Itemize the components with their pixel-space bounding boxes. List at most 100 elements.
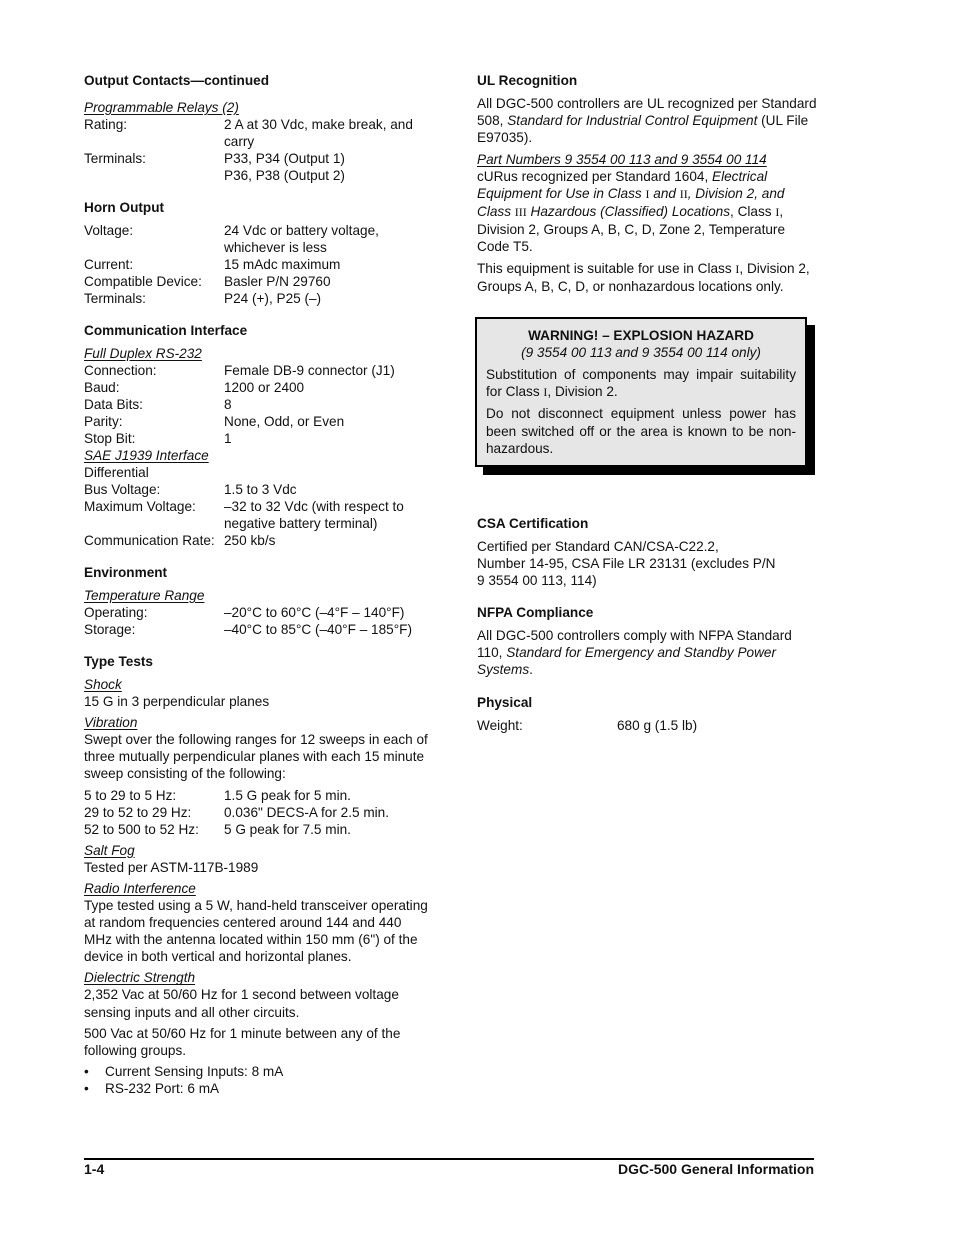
standard-title: Standard for Emergency and Standby Power… — [477, 645, 776, 678]
page-number: 1-4 — [84, 1161, 105, 1177]
radio-interference-text: Type tested using a 5 W, hand-held trans… — [84, 897, 428, 965]
salt-fog-text: Tested per ASTM-117B-1989 — [84, 859, 259, 875]
spec-label: Storage: — [84, 622, 136, 637]
ul-paragraph-2: cURus recognized per Standard 1604, Elec… — [477, 168, 817, 256]
section-heading: Environment — [84, 565, 168, 580]
text: This equipment is suitable for use in Cl… — [477, 260, 736, 276]
spec-value: 1.5 G peak for 5 min. — [224, 787, 351, 803]
csa-section: CSA Certification Certified per Standard… — [477, 515, 817, 589]
spec-value: 5 G peak for 7.5 min. — [224, 821, 351, 837]
standard-title: Hazardous (Classified) Locations — [526, 204, 731, 220]
spec-row: Terminals: P33, P34 (Output 1) — [84, 150, 429, 167]
spec-value: P33, P34 (Output 1) — [224, 151, 345, 166]
environment-section: Environment Temperature Range Operating:… — [84, 564, 429, 638]
section-heading: Output Contacts—continued — [84, 73, 270, 88]
spec-label: Maximum Voltage: — [84, 499, 196, 514]
dielectric-text-2: 500 Vac at 50/60 Hz for 1 minute between… — [84, 1025, 401, 1059]
spec-label: Parity: — [84, 414, 123, 429]
csa-line: 9 3554 00 113, 114) — [477, 573, 597, 589]
list-item: • Current Sensing Inputs: 8 mA — [84, 1063, 429, 1080]
spec-row: Current: 15 mAdc maximum — [84, 256, 429, 273]
vibration-text: Swept over the following ranges for 12 s… — [84, 732, 428, 782]
nfpa-section: NFPA Compliance All DGC-500 controllers … — [477, 604, 817, 679]
subheading: Radio Interference — [84, 880, 196, 896]
footer-title: DGC-500 General Information — [617, 1161, 814, 1177]
dielectric-text-1: 2,352 Vac at 50/60 Hz for 1 second betwe… — [84, 987, 399, 1020]
spec-row: Baud: 1200 or 2400 — [84, 379, 429, 396]
spec-label: Terminals: — [84, 291, 146, 306]
type-tests-section: Type Tests Shock 15 G in 3 perpendicular… — [84, 653, 429, 1097]
spec-value: –32 to 32 Vdc (with respect to negative … — [224, 499, 404, 531]
spec-row: 29 to 52 to 29 Hz: 0.036" DECS-A for 2.5 … — [84, 804, 429, 821]
horn-output-section: Horn Output Voltage: 24 Vdc or battery vo… — [84, 199, 429, 307]
spec-value: 680 g (1.5 lb) — [617, 717, 698, 733]
spec-value: P36, P38 (Output 2) — [224, 168, 345, 183]
spec-label: Stop Bit: — [84, 431, 136, 446]
spec-label: Compatible Device: — [84, 274, 202, 289]
right-column: UL Recognition All DGC-500 controllers a… — [475, 72, 817, 749]
spec-row: Data Bits: 8 — [84, 396, 429, 413]
spec-label: 52 to 500 to 52 Hz: — [84, 821, 199, 837]
spec-label: 29 to 52 to 29 Hz: — [84, 804, 192, 820]
subheading: Full Duplex RS-232 — [84, 346, 202, 361]
spec-value: 0.036" DECS-A for 2.5 min. — [224, 804, 390, 820]
spec-row: Stop Bit: 1 — [84, 430, 429, 447]
spec-value: 8 — [224, 397, 232, 412]
spec-label: Current: — [84, 257, 134, 272]
spec-rows: Voltage: 24 Vdc or battery voltage, which… — [84, 222, 429, 307]
section-heading: CSA Certification — [477, 516, 589, 532]
section-heading: Horn Output — [84, 200, 165, 215]
subheading: Temperature Range — [84, 588, 205, 603]
spec-row: Communication Rate: 250 kb/s — [84, 532, 429, 549]
bullet-icon: • — [84, 1064, 89, 1080]
subheading: Programmable Relays (2) — [84, 100, 239, 115]
warning-paragraph-2: Do not disconnect equipment unless power… — [486, 406, 796, 456]
bullet-text: RS-232 Port: 6 mA — [105, 1081, 220, 1097]
spec-row: Maximum Voltage: –32 to 32 Vdc (with resp… — [84, 498, 429, 532]
text: , Division 2. — [547, 384, 618, 400]
communication-section: Communication Interface Full Duplex RS-2… — [84, 322, 429, 549]
physical-section: Physical Weight: 680 g (1.5 lb) — [477, 694, 817, 734]
spec-label: Bus Voltage: — [84, 482, 161, 497]
spec-label: Connection: — [84, 363, 157, 378]
text: Substitution of components may impair su… — [486, 367, 796, 400]
spec-row: Compatible Device: Basler P/N 29760 — [84, 273, 429, 290]
spec-value: 1.5 to 3 Vdc — [224, 482, 297, 497]
warning-box: WARNING! – EXPLOSION HAZARD (9 3554 00 1… — [475, 317, 815, 476]
roman-numeral: II — [679, 186, 688, 201]
warning-subtitle: (9 3554 00 113 and 9 3554 00 114 only) — [521, 345, 761, 361]
spec-row: Terminals: P24 (+), P25 (–) — [84, 290, 429, 307]
spec-rows: Weight: 680 g (1.5 lb) — [477, 717, 817, 734]
subheading: Shock — [84, 677, 122, 692]
subheading: Salt Fog — [84, 842, 135, 858]
spec-row: Connection: Female DB-9 connector (J1) — [84, 362, 429, 379]
text: , Class — [730, 204, 776, 220]
spec-value: P24 (+), P25 (–) — [224, 291, 322, 306]
text: . — [529, 662, 533, 678]
spec-label: Communication Rate: — [84, 533, 215, 548]
spec-value: 24 Vdc or battery voltage, whichever is … — [224, 223, 379, 255]
spec-label: 5 to 29 to 5 Hz: — [84, 787, 177, 803]
section-heading: UL Recognition — [477, 73, 578, 88]
left-column: Output Contacts—continued Programmable R… — [84, 72, 429, 1112]
warning-title: WARNING! – EXPLOSION HAZARD — [528, 328, 754, 344]
spec-row: Weight: 680 g (1.5 lb) — [477, 717, 817, 734]
spec-label: Baud: — [84, 380, 120, 395]
text: cURus recognized per Standard 1604, — [477, 168, 713, 184]
section-heading: Physical — [477, 694, 533, 710]
spec-value: Female DB-9 connector (J1) — [224, 363, 395, 378]
spec-label — [84, 167, 224, 184]
section-heading: Communication Interface — [84, 323, 248, 338]
spec-rows: Bus Voltage: 1.5 to 3 Vdc Maximum Voltage:… — [84, 481, 429, 549]
spec-value: None, Odd, or Even — [224, 414, 345, 429]
spec-row: P36, P38 (Output 2) — [84, 167, 429, 184]
subheading: Dielectric Strength — [84, 970, 196, 986]
spec-rows: Operating: –20°C to 60°C (–4°F – 140°F) St… — [84, 604, 429, 638]
spec-row: Rating: 2 A at 30 Vdc, make break, and ca… — [84, 116, 429, 150]
subheading: Part Numbers 9 3554 00 113 and 9 3554 00… — [477, 151, 767, 167]
section-heading: Type Tests — [84, 654, 153, 669]
spec-value: 1 — [224, 431, 232, 446]
bullet-icon: • — [84, 1081, 89, 1097]
ul-paragraph-1: All DGC-500 controllers are UL recognize… — [477, 95, 817, 147]
csa-line: Certified per Standard CAN/CSA-C22.2, — [477, 539, 719, 555]
